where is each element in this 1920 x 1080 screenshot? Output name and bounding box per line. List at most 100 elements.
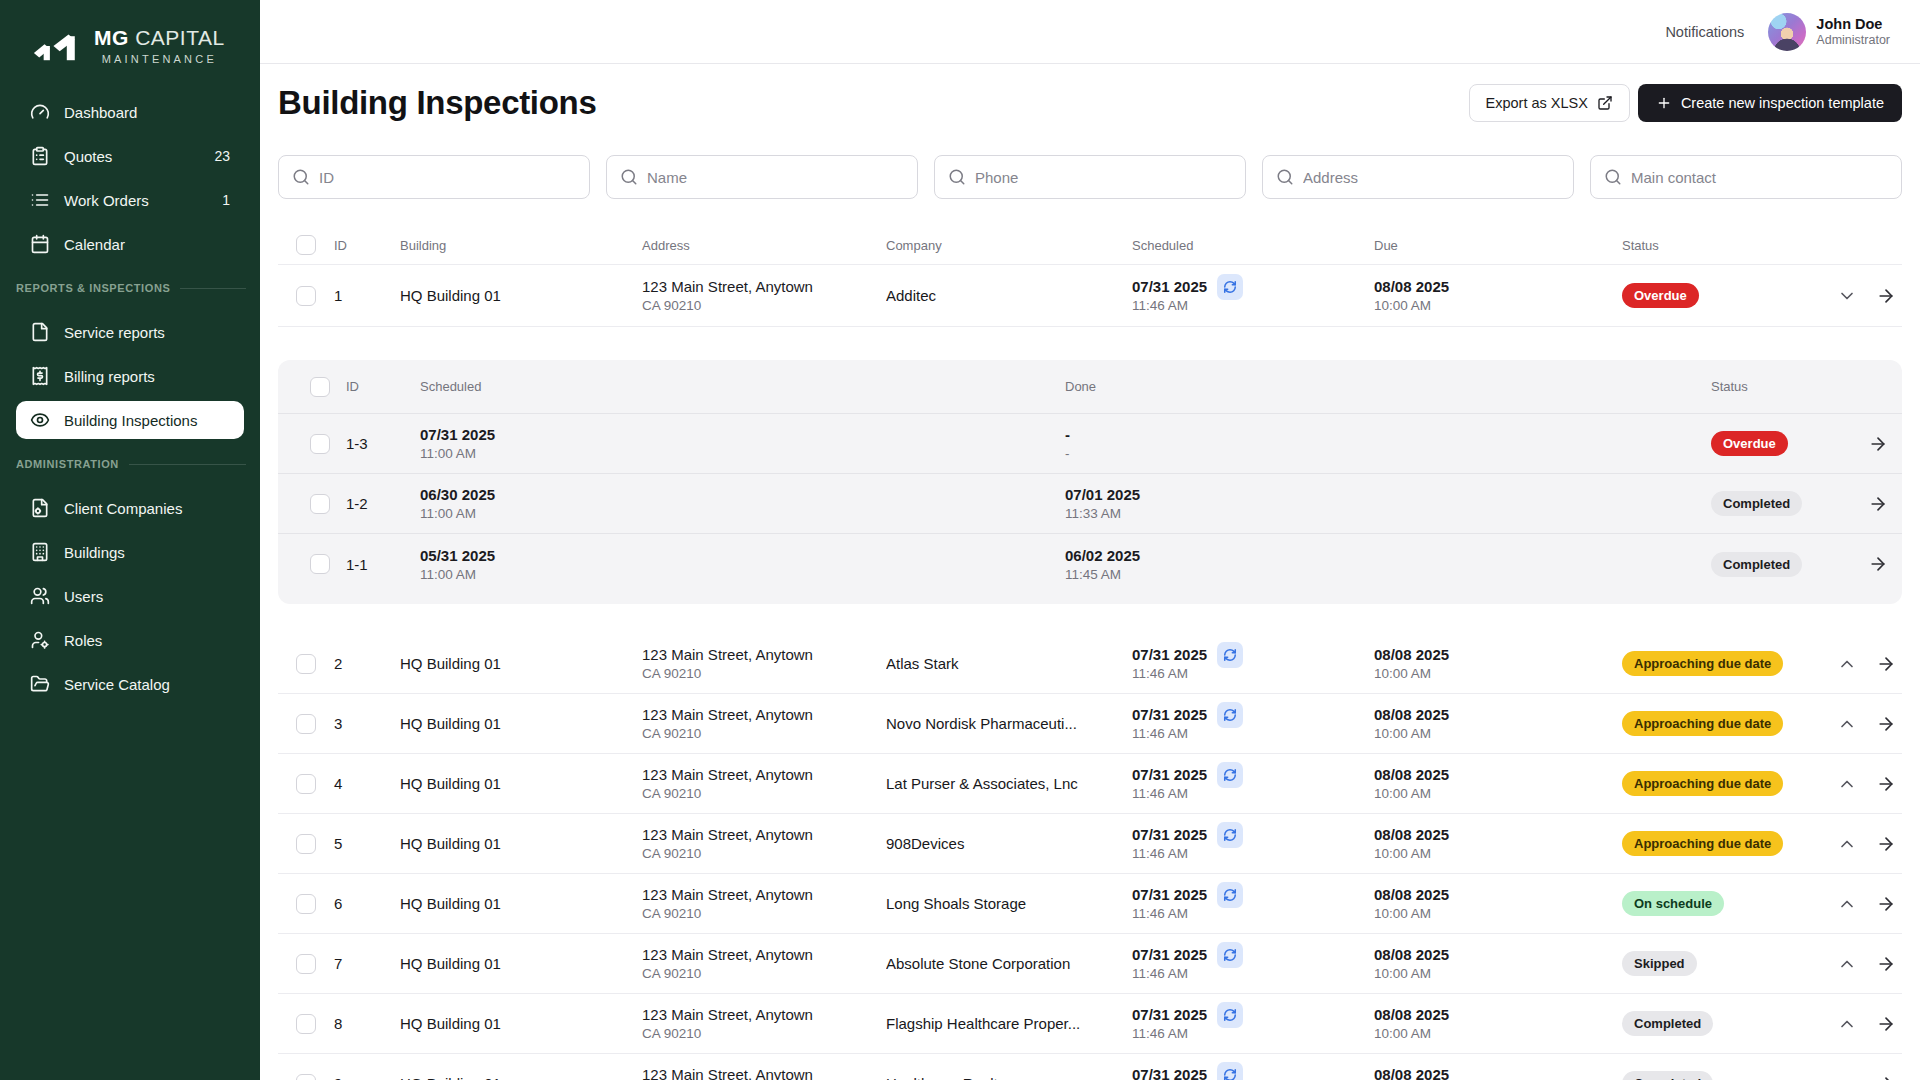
table-row[interactable]: 1 HQ Building 01 123 Main Street, Anytow… [278, 265, 1902, 327]
refresh-button[interactable] [1217, 1062, 1243, 1080]
table-row[interactable]: 7 HQ Building 01 123 Main Street, Anytow… [278, 934, 1902, 994]
notifications-link[interactable]: Notifications [1665, 24, 1744, 40]
search-input-id[interactable] [278, 155, 590, 199]
avatar[interactable] [1768, 13, 1806, 51]
expand-toggle-button[interactable] [1835, 892, 1859, 916]
panel-row[interactable]: 1-2 06/30 202511:00 AM 07/01 202511:33 A… [278, 474, 1902, 534]
row-checkbox[interactable] [296, 654, 316, 674]
table-row[interactable]: 2 HQ Building 01 123 Main Street, Anytow… [278, 634, 1902, 694]
open-row-button[interactable] [1874, 832, 1898, 856]
select-all-checkbox[interactable] [296, 235, 316, 255]
expand-toggle-button[interactable] [1835, 772, 1859, 796]
cell-address: 123 Main Street, AnytownCA 90210 [642, 278, 886, 313]
sidebar-item-service-catalog[interactable]: Service Catalog [16, 665, 244, 703]
refresh-button[interactable] [1217, 822, 1243, 848]
row-checkbox[interactable] [296, 834, 316, 854]
table-row[interactable]: 6 HQ Building 01 123 Main Street, Anytow… [278, 874, 1902, 934]
status-badge: Approaching due date [1622, 711, 1783, 736]
row-checkbox[interactable] [296, 286, 316, 306]
row-checkbox[interactable] [296, 714, 316, 734]
open-row-button[interactable] [1874, 712, 1898, 736]
expand-toggle-button[interactable] [1835, 952, 1859, 976]
search-input-name[interactable] [606, 155, 918, 199]
row-checkbox[interactable] [296, 774, 316, 794]
expand-toggle-button[interactable] [1835, 652, 1859, 676]
status-badge: Completed [1711, 491, 1802, 516]
table-row[interactable]: 4 HQ Building 01 123 Main Street, Anytow… [278, 754, 1902, 814]
row-checkbox[interactable] [296, 1014, 316, 1034]
refresh-button[interactable] [1217, 1002, 1243, 1028]
panel-row-checkbox[interactable] [310, 494, 330, 514]
cell-done: -- [1065, 426, 1711, 461]
refresh-button[interactable] [1217, 274, 1243, 300]
search-input-main-contact[interactable] [1590, 155, 1902, 199]
user-name: John Doe [1816, 15, 1890, 33]
sidebar-item-calendar[interactable]: Calendar [16, 225, 244, 263]
expand-toggle-button[interactable] [1835, 284, 1859, 308]
sidebar-item-building-inspections[interactable]: Building Inspections [16, 401, 244, 439]
table-row[interactable]: 5 HQ Building 01 123 Main Street, Anytow… [278, 814, 1902, 874]
panel-row-checkbox[interactable] [310, 434, 330, 454]
sidebar-item-service-reports[interactable]: Service reports [16, 313, 244, 351]
panel-row[interactable]: 1-3 07/31 202511:00 AM -- Overdue [278, 414, 1902, 474]
cell-id: 9 [334, 1075, 400, 1080]
panel-row-checkbox[interactable] [310, 554, 330, 574]
cell-company: Long Shoals Storage [886, 895, 1132, 912]
open-row-button[interactable] [1874, 892, 1898, 916]
refresh-button[interactable] [1217, 642, 1243, 668]
filters-bar [278, 155, 1902, 199]
expand-toggle-button[interactable] [1835, 1012, 1859, 1036]
open-row-button[interactable] [1874, 1012, 1898, 1036]
row-checkbox[interactable] [296, 954, 316, 974]
row-checkbox[interactable] [296, 894, 316, 914]
open-row-button[interactable] [1874, 952, 1898, 976]
open-row-button[interactable] [1874, 284, 1898, 308]
sidebar-item-buildings[interactable]: Buildings [16, 533, 244, 571]
cell-status: On schedule [1622, 891, 1825, 916]
search-icon [948, 168, 966, 186]
building-inspections-icon [30, 410, 50, 430]
open-row-button[interactable] [1866, 552, 1890, 576]
create-inspection-template-button[interactable]: Create new inspection template [1638, 84, 1902, 122]
cell-scheduled: 07/31 202511:00 AM [420, 426, 1065, 461]
open-row-button[interactable] [1866, 432, 1890, 456]
open-row-button[interactable] [1874, 772, 1898, 796]
sidebar-item-quotes[interactable]: Quotes 23 [16, 137, 244, 175]
expand-toggle-button[interactable] [1835, 1072, 1859, 1080]
cell-id: 4 [334, 775, 400, 792]
open-row-button[interactable] [1874, 1072, 1898, 1080]
sidebar-item-label: Calendar [64, 236, 125, 253]
refresh-button[interactable] [1217, 702, 1243, 728]
status-badge: Approaching due date [1622, 831, 1783, 856]
sidebar-item-dashboard[interactable]: Dashboard [16, 93, 244, 131]
brand-name: MG CAPITAL [94, 26, 225, 49]
cell-building: HQ Building 01 [400, 895, 642, 912]
brand-logo: MG CAPITAL MAINTENANCE [0, 0, 260, 65]
panel-select-all-checkbox[interactable] [310, 377, 330, 397]
table-row[interactable]: 9 HQ Building 01 123 Main Street, Anytow… [278, 1054, 1902, 1080]
open-row-button[interactable] [1874, 652, 1898, 676]
open-row-button[interactable] [1866, 492, 1890, 516]
sidebar-item-work-orders[interactable]: Work Orders 1 [16, 181, 244, 219]
cell-company: Healthcare Realty [886, 1075, 1132, 1080]
panel-row[interactable]: 1-1 05/31 202511:00 AM 06/02 202511:45 A… [278, 534, 1902, 594]
sidebar-item-client-companies[interactable]: Client Companies [16, 489, 244, 527]
expand-toggle-button[interactable] [1835, 712, 1859, 736]
user-menu[interactable]: John Doe Administrator [1768, 13, 1890, 51]
sidebar-item-roles[interactable]: Roles [16, 621, 244, 659]
expand-toggle-button[interactable] [1835, 832, 1859, 856]
export-xlsx-button[interactable]: Export as XLSX [1469, 84, 1630, 122]
refresh-button[interactable] [1217, 942, 1243, 968]
service-reports-icon [30, 322, 50, 342]
table-row[interactable]: 8 HQ Building 01 123 Main Street, Anytow… [278, 994, 1902, 1054]
search-input-address[interactable] [1262, 155, 1574, 199]
sidebar-item-users[interactable]: Users [16, 577, 244, 615]
refresh-button[interactable] [1217, 762, 1243, 788]
page-title: Building Inspections [278, 84, 597, 122]
sidebar-item-billing-reports[interactable]: Billing reports [16, 357, 244, 395]
refresh-button[interactable] [1217, 882, 1243, 908]
cell-building: HQ Building 01 [400, 1015, 642, 1032]
table-row[interactable]: 3 HQ Building 01 123 Main Street, Anytow… [278, 694, 1902, 754]
row-checkbox[interactable] [296, 1074, 316, 1080]
search-input-phone[interactable] [934, 155, 1246, 199]
